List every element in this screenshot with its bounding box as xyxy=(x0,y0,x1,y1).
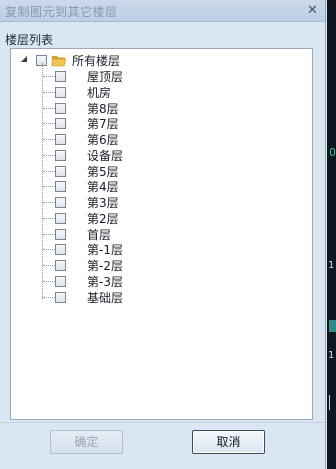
background-canvas-strip: 1 1 xyxy=(327,0,336,469)
dialog-title: 复制图元到其它楼层 xyxy=(5,5,118,19)
tree-floor-row[interactable]: 第7层 xyxy=(55,115,119,131)
floor-label: 机房 xyxy=(87,85,112,100)
canvas-marker-1: 1 xyxy=(328,260,335,271)
tree-floor-row[interactable]: 第-1层 xyxy=(55,241,123,257)
tree-connector-horizontal xyxy=(43,186,55,187)
tree-floor-row[interactable]: 屋顶层 xyxy=(55,68,123,84)
floor-checkbox[interactable] xyxy=(55,275,66,287)
tree-floor-row[interactable]: 设备层 xyxy=(55,147,123,163)
title-bar: 复制图元到其它楼层 ✕ xyxy=(0,0,325,22)
cancel-button[interactable]: 取消 xyxy=(192,430,265,454)
close-button[interactable]: ✕ xyxy=(304,2,321,19)
tree-expander-icon[interactable] xyxy=(20,55,28,63)
floor-label: 第6层 xyxy=(87,132,119,147)
tree-floor-row[interactable]: 第-2层 xyxy=(55,257,123,273)
floor-checkbox[interactable] xyxy=(55,133,66,145)
floor-label: 第7层 xyxy=(87,116,119,131)
tree-connector-horizontal xyxy=(43,123,55,124)
tree-connector-vertical xyxy=(42,63,43,299)
tree-connector-horizontal xyxy=(43,202,55,203)
floor-list-label: 楼层列表 xyxy=(5,33,54,47)
floor-checkbox[interactable] xyxy=(55,212,66,224)
tree-floor-row[interactable]: 第2层 xyxy=(55,210,119,226)
tree-floor-row[interactable]: 第4层 xyxy=(55,178,119,194)
tree-floor-row[interactable]: 第-3层 xyxy=(55,273,123,289)
tree-connector-horizontal xyxy=(43,171,55,172)
ok-button[interactable]: 确定 xyxy=(50,430,123,454)
tree-connector-horizontal xyxy=(43,218,55,219)
tree-connector-horizontal xyxy=(43,234,55,235)
floor-label: 第2层 xyxy=(87,211,119,226)
tree-floor-row[interactable]: 机房 xyxy=(55,84,111,100)
tree-connector-horizontal xyxy=(43,155,55,156)
floor-label: 设备层 xyxy=(87,148,124,163)
floor-checkbox[interactable] xyxy=(55,259,66,271)
tree-connector-horizontal xyxy=(43,92,55,93)
tree-connector-horizontal xyxy=(43,281,55,282)
floor-checkbox[interactable] xyxy=(55,291,66,303)
tree-root-row[interactable]: 所有楼层 xyxy=(36,52,120,68)
copy-to-floors-dialog: 复制图元到其它楼层 ✕ 楼层列表 所有楼层 屋顶层 机房 第8层 第7层 第6层 设备层第… xyxy=(0,0,326,469)
tree-connector-horizontal xyxy=(43,297,55,298)
footer-divider xyxy=(0,422,325,423)
floor-checkbox[interactable] xyxy=(55,149,66,161)
floor-checkbox[interactable] xyxy=(55,196,66,208)
tree-floor-row[interactable]: 第3层 xyxy=(55,194,119,210)
floor-label: 第-3层 xyxy=(87,274,123,289)
floor-label: 第3层 xyxy=(87,195,119,210)
floor-checkbox[interactable] xyxy=(55,102,66,114)
tree-connector-horizontal xyxy=(43,108,55,109)
folder-open-icon xyxy=(51,55,67,66)
floor-label: 屋顶层 xyxy=(87,69,124,84)
tree-connector-horizontal xyxy=(43,249,55,250)
floor-label: 第-2层 xyxy=(87,258,123,273)
tree-floor-row[interactable]: 基础层 xyxy=(55,289,123,305)
floor-checkbox[interactable] xyxy=(55,165,66,177)
canvas-line-marker xyxy=(330,148,335,156)
floor-checkbox[interactable] xyxy=(55,228,66,240)
canvas-teal-marker xyxy=(329,320,336,332)
floor-label: 第-1层 xyxy=(87,242,123,257)
tree-floor-row[interactable]: 第6层 xyxy=(55,131,119,147)
floor-checkbox[interactable] xyxy=(55,243,66,255)
tree-root-label: 所有楼层 xyxy=(72,53,121,68)
floor-checkbox[interactable] xyxy=(55,86,66,98)
tree-connector-horizontal xyxy=(43,139,55,140)
floor-label: 基础层 xyxy=(87,290,124,305)
tree-connector-horizontal xyxy=(43,76,55,77)
tree-connector-horizontal xyxy=(43,265,55,266)
floor-tree: 所有楼层 屋顶层 机房 第8层 第7层 第6层 设备层 第5层 第4层 第3层 第2层 首层 第-1层… xyxy=(10,48,313,420)
floor-checkbox[interactable] xyxy=(55,180,66,192)
floor-label: 第4层 xyxy=(87,179,119,194)
canvas-marker-2: 1 xyxy=(328,350,335,361)
floor-checkbox[interactable] xyxy=(55,117,66,129)
floor-checkbox[interactable] xyxy=(55,70,66,82)
canvas-bracket-marker xyxy=(329,395,335,410)
